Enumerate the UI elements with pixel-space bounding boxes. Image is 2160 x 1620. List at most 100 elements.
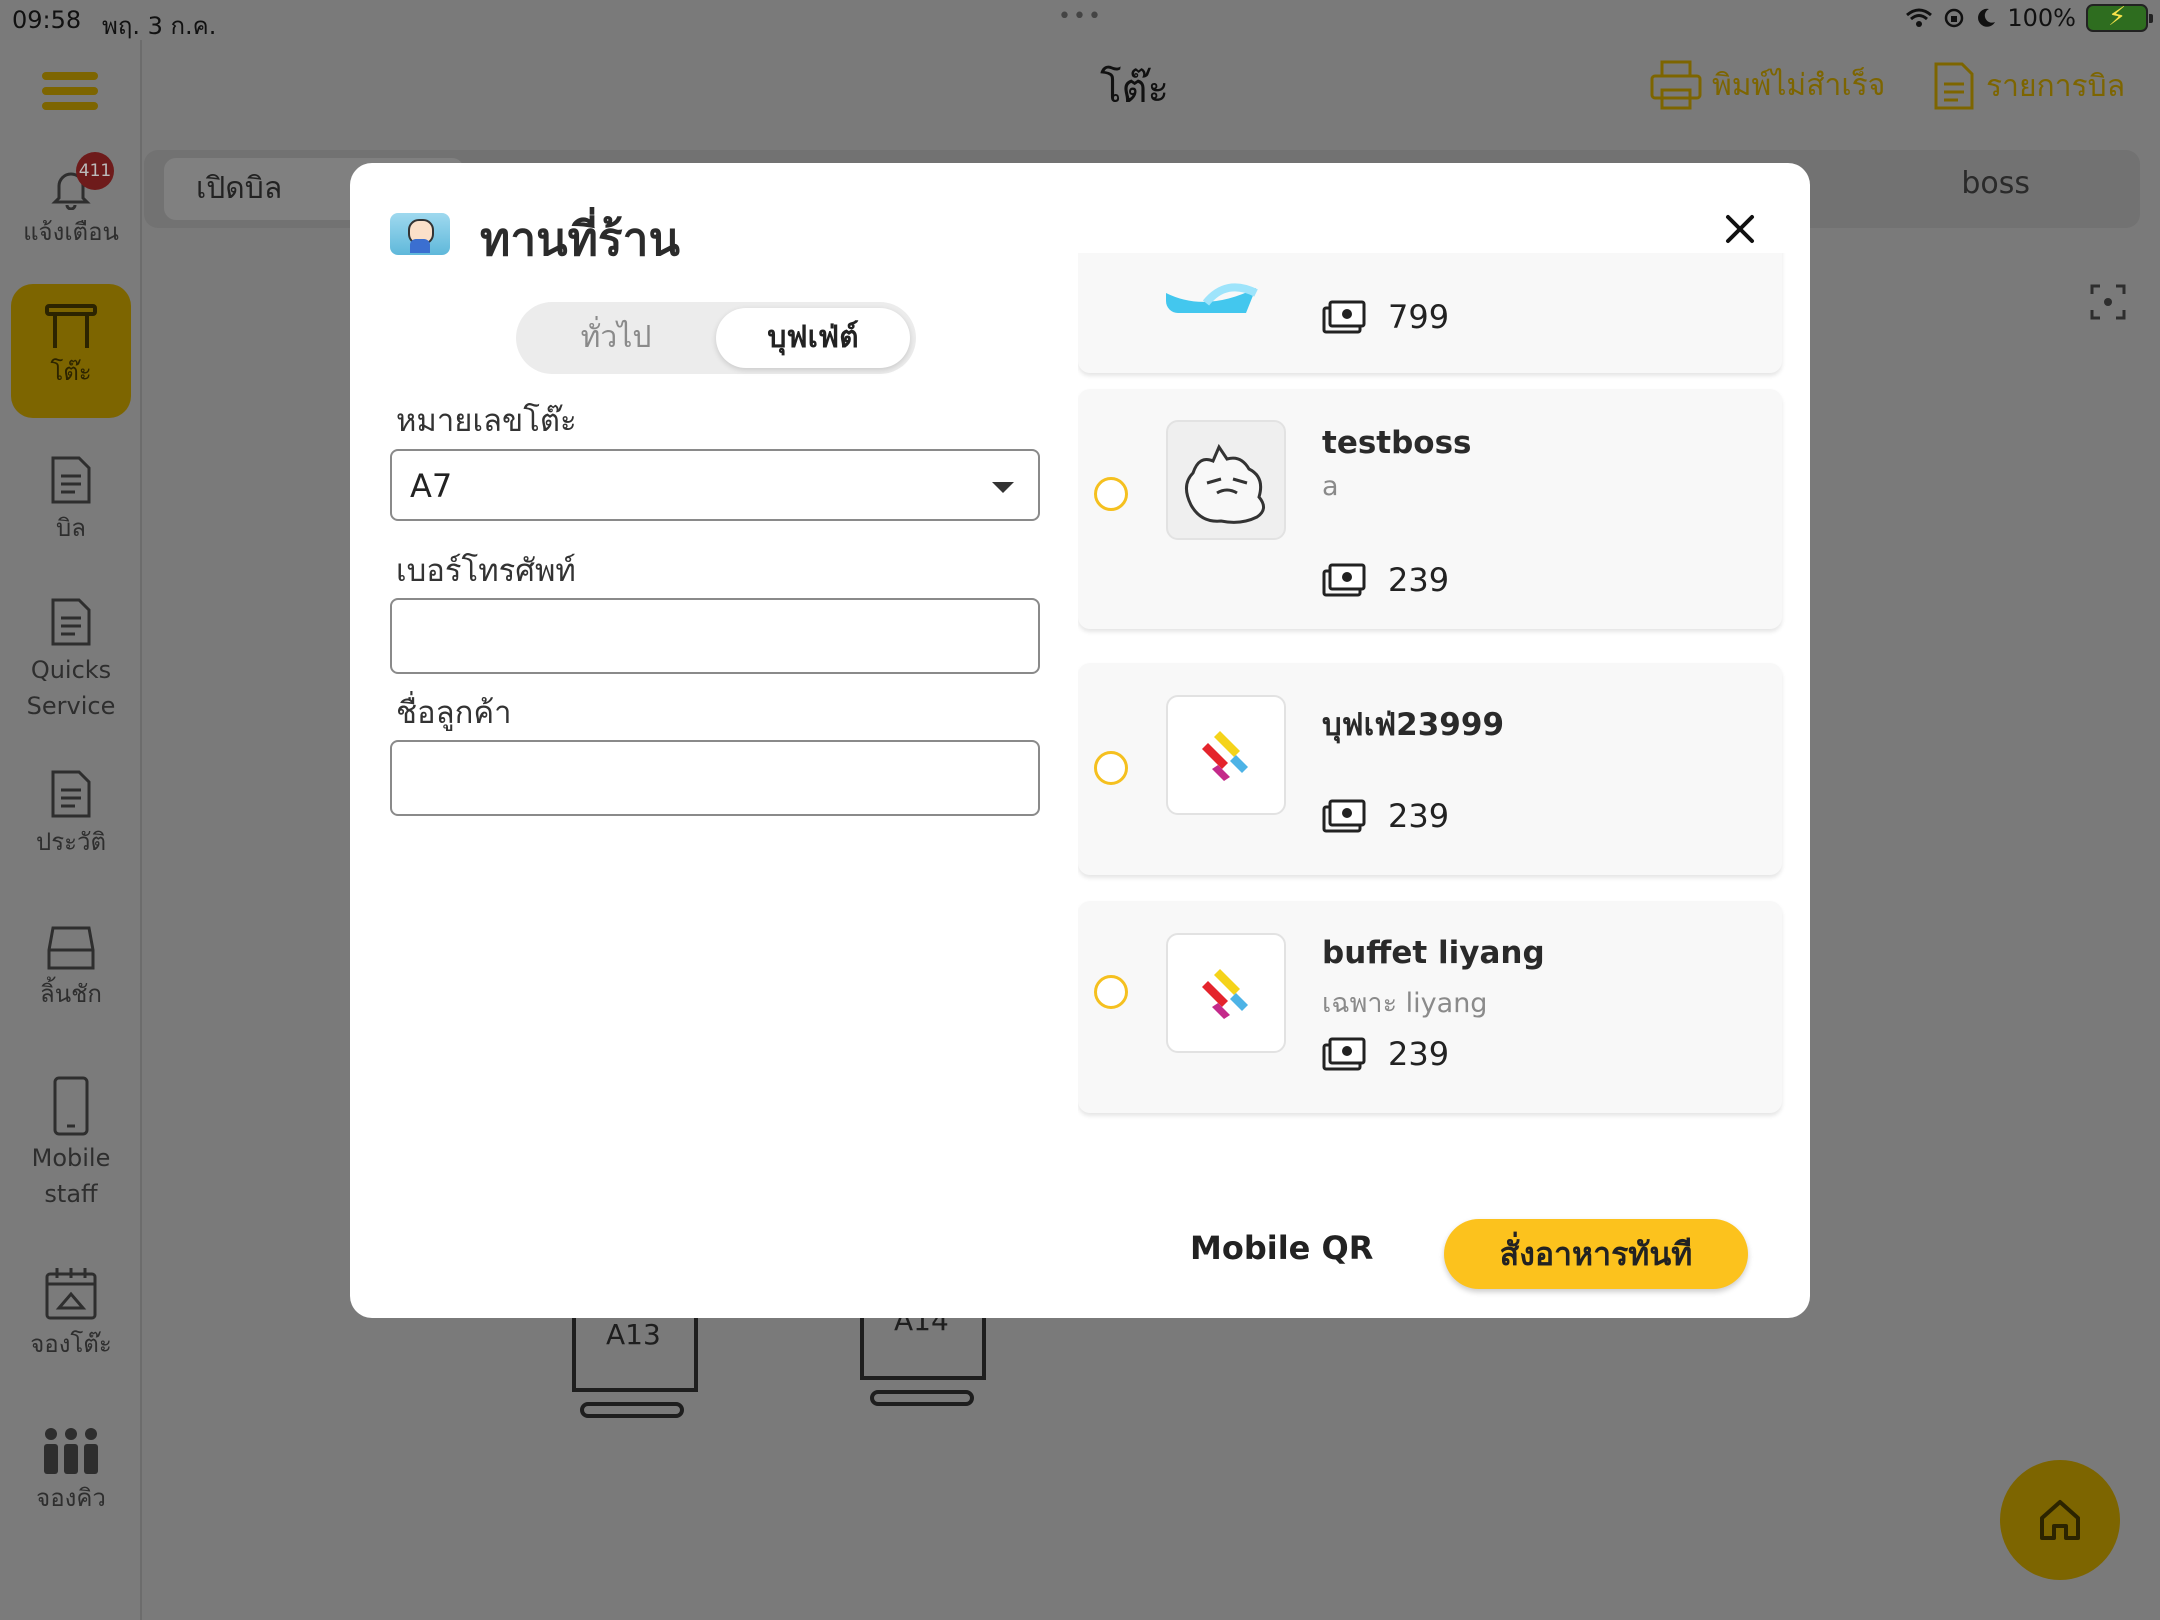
buffet-price: 799 — [1322, 298, 1449, 336]
document-icon — [1934, 62, 1974, 110]
buffet-name: testboss — [1322, 425, 1472, 461]
sidebar-label: ลิ้นชัก — [40, 980, 102, 1008]
money-icon — [1322, 799, 1366, 833]
status-time: 09:58 — [12, 6, 82, 34]
table-icon — [45, 304, 97, 348]
segment-buffet[interactable]: บุฟเฟ่ต์ — [716, 308, 910, 368]
sidebar-item-notifications[interactable]: แจ้งเตือน — [0, 166, 142, 250]
close-icon[interactable] — [1720, 209, 1760, 249]
table-label: A13 — [606, 1318, 661, 1351]
sidebar-label: ประวัติ — [35, 828, 107, 856]
sidebar-label: จองคิว — [36, 1484, 106, 1512]
sidebar-item-history[interactable]: ประวัติ — [0, 768, 142, 860]
home-icon — [2040, 1500, 2080, 1540]
caret-down-icon — [992, 482, 1014, 493]
table-number-value: A7 — [410, 467, 453, 505]
sidebar: แจ้งเตือน 411 โต๊ะ บิล Quicks Service ปร… — [0, 40, 142, 1620]
bill-list-button[interactable]: รายการบิล — [1932, 60, 2125, 112]
status-bar: 09:58 พฤ. 3 ก.ค. ••• 100% ⚡ — [0, 0, 2160, 40]
buffet-card[interactable]: testboss a 239 — [1078, 389, 1782, 629]
segment-general[interactable]: ทั่วไป — [522, 308, 710, 368]
bill-list-label: รายการบิล — [1986, 68, 2126, 104]
sidebar-item-table-booking[interactable]: จองโต๊ะ — [0, 1266, 142, 1362]
sidebar-item-mobile-staff[interactable]: Mobile staff — [0, 1076, 142, 1212]
price-value: 799 — [1388, 298, 1450, 336]
buffet-list[interactable]: 799 testboss a 239 บุฟเฟ่23999 239 buffe… — [1078, 253, 1786, 1263]
print-failed-button[interactable]: พิมพ์ไม่สำเร็จ — [1650, 60, 1885, 110]
sidebar-label: Quicks — [30, 656, 112, 684]
battery-percent: 100% — [2007, 4, 2076, 32]
buffet-price: 239 — [1322, 561, 1449, 599]
quick-service-icon — [51, 598, 91, 646]
buffet-description: เฉพาะ liyang — [1322, 988, 1488, 1019]
customer-name-label: ชื่อลูกค้า — [396, 695, 512, 731]
sidebar-item-queue[interactable]: จองคิว — [0, 1424, 142, 1516]
customer-name-field[interactable] — [390, 740, 1040, 816]
buffet-card[interactable]: บุฟเฟ่23999 239 — [1078, 663, 1782, 875]
buffet-image — [1166, 933, 1286, 1053]
calendar-icon — [45, 1268, 97, 1320]
user-tab[interactable]: boss — [1961, 166, 2030, 201]
sidebar-label: Mobile — [31, 1144, 111, 1172]
page-title: โต๊ะ — [1100, 66, 1169, 112]
sidebar-item-tables[interactable]: โต๊ะ — [11, 284, 131, 418]
buffet-name: buffet liyang — [1322, 935, 1545, 971]
customer-name-input[interactable] — [392, 742, 1038, 814]
order-now-button[interactable]: สั่งอาหารทันที — [1444, 1219, 1748, 1289]
buffet-image — [1166, 253, 1286, 313]
buffet-name: บุฟเฟ่23999 — [1322, 707, 1505, 743]
sidebar-label: บิล — [56, 514, 86, 542]
price-value: 239 — [1388, 1035, 1450, 1073]
phone-field[interactable] — [390, 598, 1040, 674]
price-value: 239 — [1388, 797, 1450, 835]
table-number-label: หมายเลขโต๊ะ — [396, 403, 577, 439]
wifi-icon — [1906, 8, 1933, 27]
focus-frame-icon[interactable] — [2090, 284, 2126, 320]
buffet-card[interactable]: 799 — [1078, 253, 1782, 373]
dialog-title: ทานที่ร้าน — [480, 212, 680, 266]
buffet-image — [1166, 420, 1286, 540]
history-icon — [51, 770, 91, 818]
shop-logo — [390, 213, 450, 255]
sidebar-label: จองโต๊ะ — [30, 1330, 112, 1358]
sidebar-item-bills[interactable]: บิล — [0, 454, 142, 546]
bill-icon — [51, 456, 91, 504]
menu-icon[interactable] — [42, 72, 98, 112]
table-number-select[interactable]: A7 — [390, 449, 1040, 521]
order-type-segmented: ทั่วไป บุฟเฟ่ต์ — [516, 302, 916, 374]
print-failed-label: พิมพ์ไม่สำเร็จ — [1712, 67, 1886, 103]
orientation-lock-icon — [1945, 8, 1964, 28]
sidebar-item-drawer[interactable]: ลิ้นชัก — [0, 924, 142, 1012]
printer-icon — [1650, 60, 1702, 110]
price-value: 239 — [1388, 561, 1450, 599]
brand-logo-icon — [1202, 731, 1248, 781]
sidebar-label: โต๊ะ — [50, 358, 92, 386]
buffet-radio[interactable] — [1094, 975, 1128, 1009]
phone-input[interactable] — [392, 600, 1038, 672]
notification-badge: 411 — [76, 152, 114, 190]
buffet-card[interactable]: buffet liyang เฉพาะ liyang 239 — [1078, 901, 1782, 1113]
mobile-qr-button[interactable]: Mobile QR — [1190, 1229, 1373, 1267]
status-right: 100% ⚡ — [1905, 2, 2153, 32]
battery-icon: ⚡ — [2086, 2, 2153, 32]
money-icon — [1322, 300, 1366, 334]
sidebar-label: แจ้งเตือน — [23, 218, 119, 246]
mobile-icon — [53, 1076, 89, 1136]
money-icon — [1322, 563, 1366, 597]
buffet-radio[interactable] — [1094, 751, 1128, 785]
multitask-dots[interactable]: ••• — [1058, 4, 1103, 29]
sidebar-item-quick-service[interactable]: Quicks Service — [0, 596, 142, 724]
dine-in-dialog: ทานที่ร้าน ทั่วไป บุฟเฟ่ต์ หมายเลขโต๊ะ A… — [350, 163, 1810, 1318]
money-icon — [1322, 1037, 1366, 1071]
home-button[interactable] — [2000, 1460, 2120, 1580]
sidebar-label-2: staff — [44, 1180, 98, 1208]
buffet-description: a — [1322, 471, 1339, 502]
buffet-image — [1166, 695, 1286, 815]
buffet-radio[interactable] — [1094, 477, 1128, 511]
queue-icon — [44, 1428, 98, 1474]
brand-logo-icon — [1202, 969, 1248, 1019]
phone-label: เบอร์โทรศัพท์ — [396, 553, 576, 589]
buffet-price: 239 — [1322, 1035, 1449, 1073]
sidebar-label-2: Service — [26, 692, 116, 720]
buffet-price: 239 — [1322, 797, 1449, 835]
